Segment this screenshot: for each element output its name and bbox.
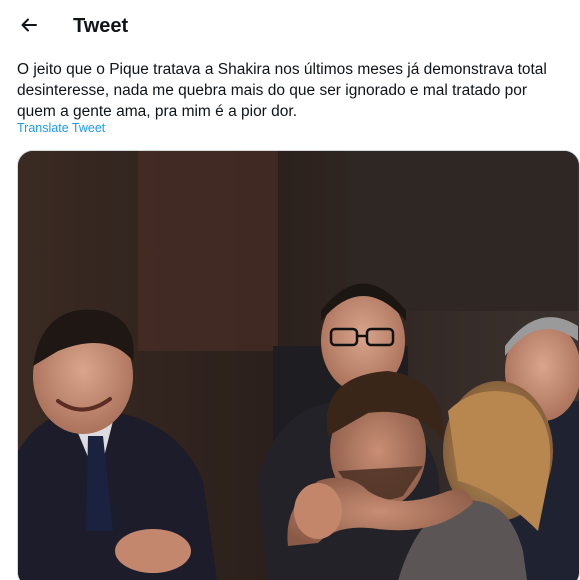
back-button[interactable] [14, 12, 44, 42]
page-title: Tweet [73, 15, 129, 37]
tweet-text: O jeito que o Pique tratava a Shakira no… [17, 61, 547, 120]
arrow-left-icon [19, 15, 39, 40]
tweet-media-photo[interactable] [17, 150, 580, 580]
tweet-page: Tweet O jeito que o Pique tratava a Shak… [0, 0, 580, 580]
photo-illustration [18, 151, 579, 580]
translate-tweet-link[interactable]: Translate Tweet [17, 121, 105, 135]
tweet-header: Tweet [0, 0, 580, 54]
